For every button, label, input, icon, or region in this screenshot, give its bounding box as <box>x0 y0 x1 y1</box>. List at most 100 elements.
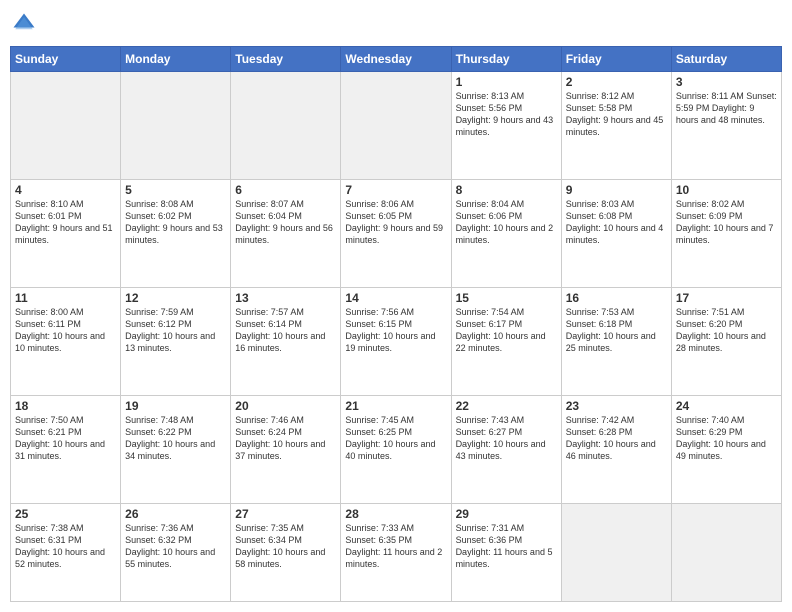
page: SundayMondayTuesdayWednesdayThursdayFrid… <box>0 0 792 612</box>
day-info: Sunrise: 8:02 AM Sunset: 6:09 PM Dayligh… <box>676 198 777 247</box>
day-info: Sunrise: 8:11 AM Sunset: 5:59 PM Dayligh… <box>676 90 777 126</box>
day-info: Sunrise: 7:53 AM Sunset: 6:18 PM Dayligh… <box>566 306 667 355</box>
calendar-cell: 7Sunrise: 8:06 AM Sunset: 6:05 PM Daylig… <box>341 179 451 287</box>
calendar-cell: 8Sunrise: 8:04 AM Sunset: 6:06 PM Daylig… <box>451 179 561 287</box>
day-info: Sunrise: 8:07 AM Sunset: 6:04 PM Dayligh… <box>235 198 336 247</box>
calendar-cell <box>11 72 121 180</box>
day-number: 24 <box>676 399 777 413</box>
calendar-cell <box>671 503 781 601</box>
calendar-cell: 19Sunrise: 7:48 AM Sunset: 6:22 PM Dayli… <box>121 395 231 503</box>
calendar-cell: 27Sunrise: 7:35 AM Sunset: 6:34 PM Dayli… <box>231 503 341 601</box>
calendar-cell: 22Sunrise: 7:43 AM Sunset: 6:27 PM Dayli… <box>451 395 561 503</box>
calendar-cell: 9Sunrise: 8:03 AM Sunset: 6:08 PM Daylig… <box>561 179 671 287</box>
day-number: 27 <box>235 507 336 521</box>
day-info: Sunrise: 7:50 AM Sunset: 6:21 PM Dayligh… <box>15 414 116 463</box>
day-number: 10 <box>676 183 777 197</box>
day-info: Sunrise: 7:59 AM Sunset: 6:12 PM Dayligh… <box>125 306 226 355</box>
day-info: Sunrise: 7:31 AM Sunset: 6:36 PM Dayligh… <box>456 522 557 571</box>
week-row-1: 4Sunrise: 8:10 AM Sunset: 6:01 PM Daylig… <box>11 179 782 287</box>
day-header-sunday: Sunday <box>11 47 121 72</box>
day-number: 19 <box>125 399 226 413</box>
day-number: 25 <box>15 507 116 521</box>
header <box>10 10 782 38</box>
calendar-cell: 2Sunrise: 8:12 AM Sunset: 5:58 PM Daylig… <box>561 72 671 180</box>
day-info: Sunrise: 7:43 AM Sunset: 6:27 PM Dayligh… <box>456 414 557 463</box>
day-header-friday: Friday <box>561 47 671 72</box>
calendar-cell <box>561 503 671 601</box>
day-number: 15 <box>456 291 557 305</box>
calendar-cell: 12Sunrise: 7:59 AM Sunset: 6:12 PM Dayli… <box>121 287 231 395</box>
days-header-row: SundayMondayTuesdayWednesdayThursdayFrid… <box>11 47 782 72</box>
calendar-cell: 13Sunrise: 7:57 AM Sunset: 6:14 PM Dayli… <box>231 287 341 395</box>
day-number: 17 <box>676 291 777 305</box>
calendar-cell: 18Sunrise: 7:50 AM Sunset: 6:21 PM Dayli… <box>11 395 121 503</box>
day-number: 6 <box>235 183 336 197</box>
calendar-cell <box>341 72 451 180</box>
day-number: 11 <box>15 291 116 305</box>
day-info: Sunrise: 7:38 AM Sunset: 6:31 PM Dayligh… <box>15 522 116 571</box>
day-info: Sunrise: 7:36 AM Sunset: 6:32 PM Dayligh… <box>125 522 226 571</box>
day-info: Sunrise: 7:42 AM Sunset: 6:28 PM Dayligh… <box>566 414 667 463</box>
calendar-cell: 6Sunrise: 8:07 AM Sunset: 6:04 PM Daylig… <box>231 179 341 287</box>
day-info: Sunrise: 7:33 AM Sunset: 6:35 PM Dayligh… <box>345 522 446 571</box>
day-info: Sunrise: 8:06 AM Sunset: 6:05 PM Dayligh… <box>345 198 446 247</box>
calendar-cell: 10Sunrise: 8:02 AM Sunset: 6:09 PM Dayli… <box>671 179 781 287</box>
week-row-3: 18Sunrise: 7:50 AM Sunset: 6:21 PM Dayli… <box>11 395 782 503</box>
day-number: 23 <box>566 399 667 413</box>
day-number: 14 <box>345 291 446 305</box>
day-header-monday: Monday <box>121 47 231 72</box>
day-number: 20 <box>235 399 336 413</box>
day-number: 22 <box>456 399 557 413</box>
day-info: Sunrise: 8:04 AM Sunset: 6:06 PM Dayligh… <box>456 198 557 247</box>
calendar-cell: 15Sunrise: 7:54 AM Sunset: 6:17 PM Dayli… <box>451 287 561 395</box>
day-number: 8 <box>456 183 557 197</box>
calendar-table: SundayMondayTuesdayWednesdayThursdayFrid… <box>10 46 782 602</box>
calendar-cell: 25Sunrise: 7:38 AM Sunset: 6:31 PM Dayli… <box>11 503 121 601</box>
day-number: 1 <box>456 75 557 89</box>
calendar-cell: 11Sunrise: 8:00 AM Sunset: 6:11 PM Dayli… <box>11 287 121 395</box>
calendar-cell: 24Sunrise: 7:40 AM Sunset: 6:29 PM Dayli… <box>671 395 781 503</box>
day-info: Sunrise: 7:46 AM Sunset: 6:24 PM Dayligh… <box>235 414 336 463</box>
day-info: Sunrise: 7:35 AM Sunset: 6:34 PM Dayligh… <box>235 522 336 571</box>
day-number: 2 <box>566 75 667 89</box>
day-info: Sunrise: 8:12 AM Sunset: 5:58 PM Dayligh… <box>566 90 667 139</box>
day-info: Sunrise: 7:48 AM Sunset: 6:22 PM Dayligh… <box>125 414 226 463</box>
calendar-cell: 16Sunrise: 7:53 AM Sunset: 6:18 PM Dayli… <box>561 287 671 395</box>
day-number: 16 <box>566 291 667 305</box>
week-row-0: 1Sunrise: 8:13 AM Sunset: 5:56 PM Daylig… <box>11 72 782 180</box>
day-number: 13 <box>235 291 336 305</box>
day-number: 7 <box>345 183 446 197</box>
day-header-tuesday: Tuesday <box>231 47 341 72</box>
calendar-cell <box>231 72 341 180</box>
day-info: Sunrise: 8:08 AM Sunset: 6:02 PM Dayligh… <box>125 198 226 247</box>
day-info: Sunrise: 7:57 AM Sunset: 6:14 PM Dayligh… <box>235 306 336 355</box>
day-header-thursday: Thursday <box>451 47 561 72</box>
day-number: 21 <box>345 399 446 413</box>
calendar-cell: 26Sunrise: 7:36 AM Sunset: 6:32 PM Dayli… <box>121 503 231 601</box>
day-info: Sunrise: 8:03 AM Sunset: 6:08 PM Dayligh… <box>566 198 667 247</box>
day-info: Sunrise: 8:13 AM Sunset: 5:56 PM Dayligh… <box>456 90 557 139</box>
day-info: Sunrise: 7:45 AM Sunset: 6:25 PM Dayligh… <box>345 414 446 463</box>
logo <box>10 10 42 38</box>
day-number: 4 <box>15 183 116 197</box>
day-info: Sunrise: 7:40 AM Sunset: 6:29 PM Dayligh… <box>676 414 777 463</box>
day-info: Sunrise: 7:56 AM Sunset: 6:15 PM Dayligh… <box>345 306 446 355</box>
calendar-cell: 5Sunrise: 8:08 AM Sunset: 6:02 PM Daylig… <box>121 179 231 287</box>
day-header-saturday: Saturday <box>671 47 781 72</box>
day-number: 5 <box>125 183 226 197</box>
calendar-cell <box>121 72 231 180</box>
logo-icon <box>10 10 38 38</box>
calendar-cell: 14Sunrise: 7:56 AM Sunset: 6:15 PM Dayli… <box>341 287 451 395</box>
day-number: 28 <box>345 507 446 521</box>
calendar-cell: 28Sunrise: 7:33 AM Sunset: 6:35 PM Dayli… <box>341 503 451 601</box>
day-number: 18 <box>15 399 116 413</box>
calendar-cell: 20Sunrise: 7:46 AM Sunset: 6:24 PM Dayli… <box>231 395 341 503</box>
day-info: Sunrise: 8:00 AM Sunset: 6:11 PM Dayligh… <box>15 306 116 355</box>
day-number: 26 <box>125 507 226 521</box>
calendar-cell: 1Sunrise: 8:13 AM Sunset: 5:56 PM Daylig… <box>451 72 561 180</box>
day-info: Sunrise: 7:54 AM Sunset: 6:17 PM Dayligh… <box>456 306 557 355</box>
calendar-cell: 21Sunrise: 7:45 AM Sunset: 6:25 PM Dayli… <box>341 395 451 503</box>
day-number: 29 <box>456 507 557 521</box>
week-row-4: 25Sunrise: 7:38 AM Sunset: 6:31 PM Dayli… <box>11 503 782 601</box>
week-row-2: 11Sunrise: 8:00 AM Sunset: 6:11 PM Dayli… <box>11 287 782 395</box>
